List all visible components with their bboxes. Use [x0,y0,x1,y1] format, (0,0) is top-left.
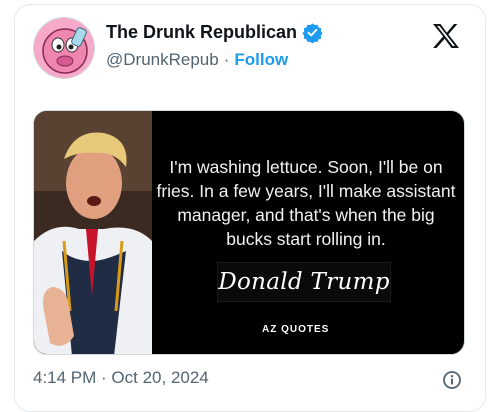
verified-badge-icon [302,22,323,44]
follow-button[interactable]: Follow [234,50,288,70]
author-handle-row: @DrunkRepub · Follow [106,50,288,70]
post-timestamp[interactable]: 4:14 PM · Oct 20, 2024 [33,368,209,388]
quote-source-logo: AZ QUOTES [262,324,330,335]
signature-text: Donald Trump [218,269,390,295]
separator-dot: · [223,50,230,69]
x-logo-icon[interactable] [432,23,460,49]
quote-image[interactable]: I'm washing lettuce. Soon, I'll be on fr… [33,110,465,355]
author-name-row: The Drunk Republican [106,22,323,44]
avatar-image [34,18,94,78]
signature-box: Donald Trump [217,262,391,302]
speaker-photo [34,111,152,354]
author-display-name[interactable]: The Drunk Republican [106,22,297,43]
info-icon[interactable] [442,370,462,390]
author-handle[interactable]: @DrunkRepub [106,50,219,70]
avatar[interactable] [33,17,95,79]
quote-text: I'm washing lettuce. Soon, I'll be on fr… [156,157,456,249]
